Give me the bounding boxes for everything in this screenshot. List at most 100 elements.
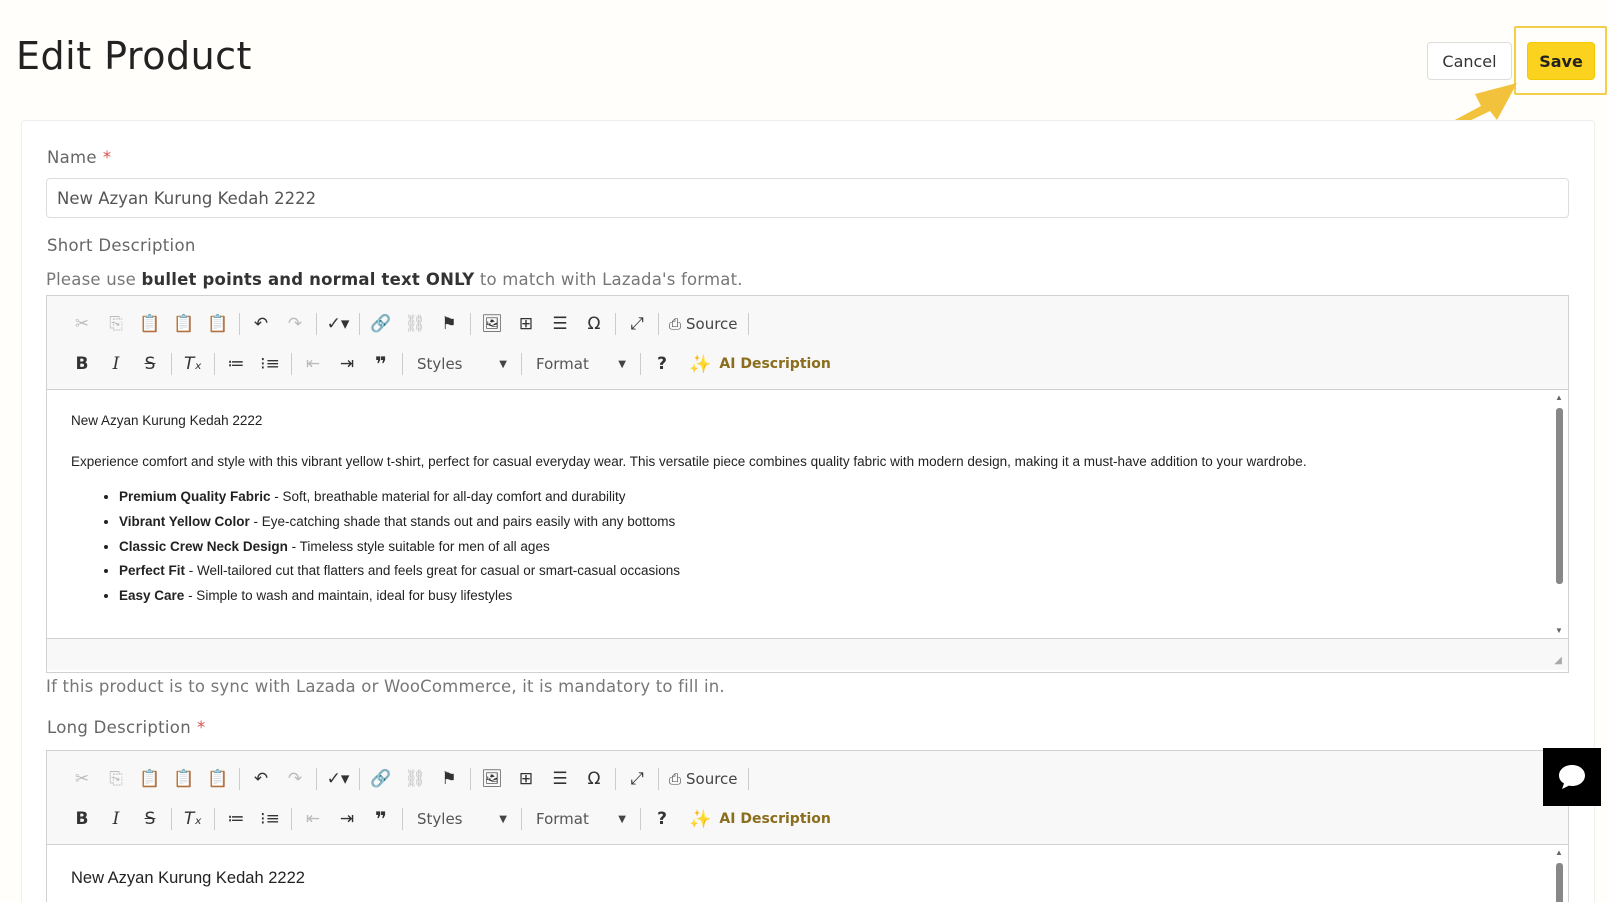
source-icon: ⎙ [669, 315, 682, 333]
link-icon[interactable]: 🔗 [364, 309, 398, 339]
ai-description-button[interactable]: ✨ AI Description [679, 354, 831, 375]
editor-toolbar: ✂ ⎘ 📋 📋 📋 ↶ ↷ ✓▾ 🔗 ⛓ ⚑ 🖼 ⊞ ☰ Ω ⤢ ⎙ Source [47, 751, 1568, 845]
name-label: Name * [47, 148, 112, 167]
spellcheck-icon[interactable]: ✓▾ [321, 764, 355, 794]
styles-dropdown[interactable]: Styles ▼ [407, 805, 517, 833]
sparkle-icon: ✨ [689, 808, 712, 830]
scroll-thumb[interactable] [1556, 408, 1563, 584]
remove-format-icon[interactable]: Tₓ [176, 349, 210, 379]
scroll-up-icon[interactable]: ▲ [1555, 847, 1563, 858]
strikethrough-icon[interactable]: S [133, 804, 167, 834]
list-item: Premium Quality Fabric - Soft, breathabl… [119, 488, 1544, 507]
source-icon: ⎙ [669, 770, 682, 788]
chevron-down-icon: ▼ [618, 813, 626, 825]
image-icon[interactable]: 🖼 [475, 309, 509, 339]
blockquote-icon[interactable]: ❞ [364, 804, 398, 834]
ai-description-button[interactable]: ✨ AI Description [679, 809, 831, 830]
source-button[interactable]: ⎙ Source [663, 770, 744, 788]
outdent-icon[interactable]: ⇤ [296, 804, 330, 834]
maximize-icon[interactable]: ⤢ [620, 309, 654, 339]
scroll-up-icon[interactable]: ▲ [1555, 392, 1563, 403]
content-scrollbar[interactable]: ▲ [1555, 847, 1564, 902]
name-input[interactable] [46, 178, 1569, 218]
copy-icon[interactable]: ⎘ [99, 309, 133, 339]
bulleted-list-icon[interactable]: ⁝≡ [253, 349, 287, 379]
copy-icon[interactable]: ⎘ [99, 764, 133, 794]
resize-handle-icon[interactable]: ◢ [1554, 655, 1562, 666]
content-title: New Azyan Kurung Kedah 2222 [71, 413, 263, 428]
paste-word-icon[interactable]: 📋 [201, 764, 235, 794]
special-char-icon[interactable]: Ω [577, 764, 611, 794]
table-icon[interactable]: ⊞ [509, 764, 543, 794]
bold-icon[interactable]: B [65, 804, 99, 834]
list-item: Classic Crew Neck Design - Timeless styl… [119, 538, 1544, 557]
outdent-icon[interactable]: ⇤ [296, 349, 330, 379]
paste-icon[interactable]: 📋 [133, 309, 167, 339]
list-item: Easy Care - Simple to wash and maintain,… [119, 587, 1544, 606]
content-scrollbar[interactable]: ▲ ▼ [1555, 392, 1564, 636]
long-description-label: Long Description * [47, 718, 206, 737]
scroll-thumb[interactable] [1556, 863, 1563, 902]
undo-icon[interactable]: ↶ [244, 309, 278, 339]
strikethrough-icon[interactable]: S [133, 349, 167, 379]
redo-icon[interactable]: ↷ [278, 764, 312, 794]
editor-statusbar: ◢ [47, 638, 1568, 670]
paste-text-icon[interactable]: 📋 [167, 309, 201, 339]
undo-icon[interactable]: ↶ [244, 764, 278, 794]
anchor-flag-icon[interactable]: ⚑ [432, 764, 466, 794]
numbered-list-icon[interactable]: ≔ [219, 804, 253, 834]
indent-icon[interactable]: ⇥ [330, 349, 364, 379]
link-icon[interactable]: 🔗 [364, 764, 398, 794]
redo-icon[interactable]: ↷ [278, 309, 312, 339]
short-description-content[interactable]: New Azyan Kurung Kedah 2222 Experience c… [47, 390, 1568, 638]
bold-icon[interactable]: B [65, 349, 99, 379]
chevron-down-icon: ▼ [499, 358, 507, 370]
chevron-down-icon: ▼ [618, 358, 626, 370]
short-description-footer-hint: If this product is to sync with Lazada o… [46, 677, 725, 696]
short-description-editor: ✂ ⎘ 📋 📋 📋 ↶ ↷ ✓▾ 🔗 ⛓ ⚑ 🖼 ⊞ ☰ Ω ⤢ ⎙ Source [46, 295, 1569, 673]
table-icon[interactable]: ⊞ [509, 309, 543, 339]
list-item: Perfect Fit - Well-tailored cut that fla… [119, 562, 1544, 581]
page-title: Edit Product [16, 34, 252, 78]
unlink-icon[interactable]: ⛓ [398, 764, 432, 794]
list-item: Vibrant Yellow Color - Eye-catching shad… [119, 513, 1544, 532]
chat-bubble-icon [1559, 765, 1585, 789]
short-description-label: Short Description [47, 236, 196, 255]
short-description-hint: Please use bullet points and normal text… [46, 270, 743, 289]
sparkle-icon: ✨ [689, 353, 712, 375]
cancel-button[interactable]: Cancel [1427, 42, 1512, 80]
styles-dropdown[interactable]: Styles ▼ [407, 350, 517, 378]
source-button[interactable]: ⎙ Source [663, 315, 744, 333]
cut-icon[interactable]: ✂ [65, 309, 99, 339]
anchor-flag-icon[interactable]: ⚑ [432, 309, 466, 339]
bulleted-list-icon[interactable]: ⁝≡ [253, 804, 287, 834]
italic-icon[interactable]: I [99, 804, 133, 834]
italic-icon[interactable]: I [99, 349, 133, 379]
content-title: New Azyan Kurung Kedah 2222 [71, 869, 305, 887]
chat-button[interactable] [1543, 748, 1601, 806]
unlink-icon[interactable]: ⛓ [398, 309, 432, 339]
image-icon[interactable]: 🖼 [475, 764, 509, 794]
blockquote-icon[interactable]: ❞ [364, 349, 398, 379]
scroll-down-icon[interactable]: ▼ [1555, 625, 1563, 636]
content-bullet-list: Premium Quality Fabric - Soft, breathabl… [119, 488, 1544, 606]
cut-icon[interactable]: ✂ [65, 764, 99, 794]
horizontal-line-icon[interactable]: ☰ [543, 309, 577, 339]
paste-text-icon[interactable]: 📋 [167, 764, 201, 794]
spellcheck-icon[interactable]: ✓▾ [321, 309, 355, 339]
special-char-icon[interactable]: Ω [577, 309, 611, 339]
format-dropdown[interactable]: Format ▼ [526, 805, 636, 833]
long-description-content[interactable]: New Azyan Kurung Kedah 2222 ▲ [47, 845, 1568, 902]
format-dropdown[interactable]: Format ▼ [526, 350, 636, 378]
content-paragraph: Experience comfort and style with this v… [71, 453, 1307, 469]
paste-word-icon[interactable]: 📋 [201, 309, 235, 339]
help-button[interactable]: ? [645, 349, 679, 379]
maximize-icon[interactable]: ⤢ [620, 764, 654, 794]
indent-icon[interactable]: ⇥ [330, 804, 364, 834]
help-button[interactable]: ? [645, 804, 679, 834]
long-description-editor: ✂ ⎘ 📋 📋 📋 ↶ ↷ ✓▾ 🔗 ⛓ ⚑ 🖼 ⊞ ☰ Ω ⤢ ⎙ Source [46, 750, 1569, 902]
remove-format-icon[interactable]: Tₓ [176, 804, 210, 834]
paste-icon[interactable]: 📋 [133, 764, 167, 794]
numbered-list-icon[interactable]: ≔ [219, 349, 253, 379]
horizontal-line-icon[interactable]: ☰ [543, 764, 577, 794]
